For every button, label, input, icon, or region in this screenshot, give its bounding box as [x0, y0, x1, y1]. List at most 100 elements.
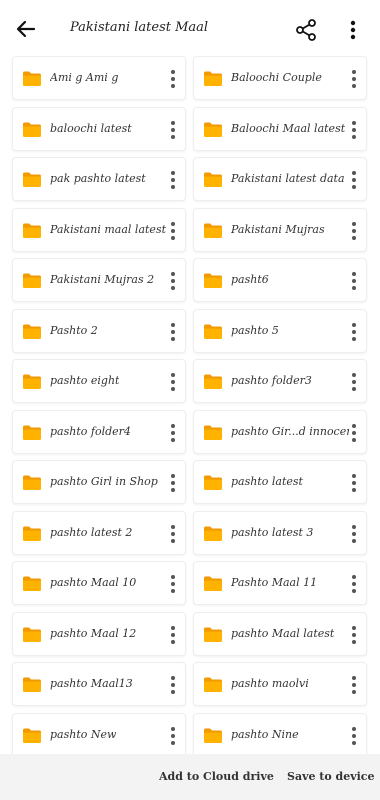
folder-icon — [23, 273, 41, 288]
folder-icon — [23, 526, 41, 541]
folder-name: pashto Nine — [231, 727, 299, 741]
folder-icon — [23, 677, 41, 692]
folder-item[interactable]: pashto folder3 — [193, 359, 367, 403]
more-options-icon[interactable] — [346, 18, 360, 42]
folder-name: Pashto 2 — [50, 323, 98, 337]
folder-options-icon[interactable] — [169, 270, 177, 292]
folder-icon — [23, 728, 41, 743]
folder-item[interactable]: Pashto 2 — [12, 308, 186, 353]
folder-item[interactable]: pashto folder4 — [12, 409, 186, 454]
folder-icon — [23, 627, 41, 642]
share-icon[interactable] — [294, 18, 318, 42]
folder-name: pashto Maal 10 — [50, 576, 137, 589]
folder-options-icon[interactable] — [169, 68, 177, 90]
folder-name: pashto latest 2 — [50, 525, 133, 539]
folder-icon — [204, 576, 222, 591]
folder-options-icon[interactable] — [169, 573, 177, 595]
folder-item[interactable]: pasht6 — [193, 258, 367, 302]
folder-item[interactable]: pashto Gir...d innocent — [193, 409, 367, 454]
folder-name: pashto 5 — [231, 323, 279, 337]
folder-item[interactable]: pashto Girl in Shop — [12, 460, 186, 504]
folder-item[interactable]: Pakistani Mujras — [193, 207, 367, 252]
folder-options-icon[interactable] — [350, 422, 358, 444]
folder-name: pashto latest 3 — [231, 525, 314, 539]
folder-icon — [23, 425, 41, 440]
folder-options-icon[interactable] — [169, 624, 177, 646]
folder-name: pashto Maal13 — [50, 677, 133, 690]
folder-name: Baloochi Couple — [231, 71, 322, 84]
app-bar: Pakistani latest Maal — [0, 0, 380, 58]
folder-icon — [204, 677, 222, 692]
folder-options-icon[interactable] — [169, 119, 177, 141]
save-to-device-button[interactable]: Save to device — [287, 770, 375, 783]
folder-icon — [204, 526, 222, 541]
folder-options-icon[interactable] — [350, 674, 358, 696]
folder-item[interactable]: pashto 5 — [193, 308, 367, 353]
folder-item[interactable]: Baloochi Couple — [193, 56, 367, 100]
folder-options-icon[interactable] — [350, 68, 358, 90]
folder-item[interactable]: pashto Maal 12 — [12, 611, 186, 656]
folder-item[interactable]: Ami g Ami g — [12, 56, 186, 100]
folder-options-icon[interactable] — [169, 422, 177, 444]
folder-item[interactable]: pashto Maal latest — [193, 611, 367, 656]
folder-options-icon[interactable] — [350, 169, 358, 191]
folder-options-icon[interactable] — [350, 725, 358, 747]
folder-icon — [204, 324, 222, 339]
folder-name: pashto Gir...d innocent — [231, 424, 349, 438]
folder-icon — [204, 223, 222, 238]
folder-item[interactable]: pashto Nine — [193, 712, 367, 754]
folder-options-icon[interactable] — [350, 119, 358, 141]
folder-icon — [23, 223, 41, 238]
folder-options-icon[interactable] — [350, 220, 358, 242]
folder-icon — [23, 374, 41, 389]
folder-options-icon[interactable] — [350, 270, 358, 292]
folder-options-icon[interactable] — [169, 169, 177, 191]
folder-item[interactable]: baloochi latest — [12, 106, 186, 151]
folder-item[interactable]: pashto eight — [12, 359, 186, 403]
folder-item[interactable]: pashto latest 3 — [193, 510, 367, 555]
back-arrow-icon[interactable] — [14, 17, 38, 41]
folder-icon — [204, 122, 222, 137]
folder-item[interactable]: pashto maolvi — [193, 662, 367, 706]
folder-item[interactable]: Pakistani Mujras 2 — [12, 258, 186, 302]
folder-name: Pashto Maal 11 — [231, 576, 318, 589]
folder-options-icon[interactable] — [350, 472, 358, 494]
folder-name: Pakistani Mujras — [231, 222, 325, 236]
folder-name: Pakistani latest data — [231, 172, 345, 185]
folder-icon — [23, 475, 41, 490]
folder-icon — [204, 172, 222, 187]
folder-item[interactable]: pashto Maal 10 — [12, 561, 186, 605]
folder-item[interactable]: pashto latest — [193, 460, 367, 504]
folder-options-icon[interactable] — [350, 321, 358, 343]
folder-item[interactable]: pashto latest 2 — [12, 510, 186, 555]
folder-name: pashto folder3 — [231, 374, 312, 387]
folder-options-icon[interactable] — [169, 371, 177, 393]
add-to-cloud-drive-button[interactable]: Add to Cloud drive — [159, 770, 274, 783]
folder-item[interactable]: Pashto Maal 11 — [193, 561, 367, 605]
folder-name: pashto Maal latest — [231, 626, 335, 640]
folder-icon — [204, 71, 222, 86]
folder-name: pak pashto latest — [50, 172, 146, 185]
folder-grid: Ami g Ami g Baloochi Couple baloochi lates… — [0, 56, 380, 754]
folder-name: pashto maolvi — [231, 677, 309, 690]
folder-options-icon[interactable] — [169, 220, 177, 242]
folder-options-icon[interactable] — [169, 523, 177, 545]
folder-item[interactable]: pashto New — [12, 712, 186, 754]
folder-options-icon[interactable] — [350, 371, 358, 393]
folder-item[interactable]: Pakistani latest data — [193, 157, 367, 201]
folder-item[interactable]: pashto Maal13 — [12, 662, 186, 706]
folder-icon — [23, 576, 41, 591]
folder-options-icon[interactable] — [169, 725, 177, 747]
folder-options-icon[interactable] — [169, 674, 177, 696]
folder-options-icon[interactable] — [350, 573, 358, 595]
folder-name: pashto eight — [50, 374, 120, 387]
folder-icon — [23, 172, 41, 187]
folder-options-icon[interactable] — [350, 523, 358, 545]
folder-options-icon[interactable] — [169, 472, 177, 494]
folder-item[interactable]: pak pashto latest — [12, 157, 186, 201]
folder-icon — [204, 374, 222, 389]
folder-options-icon[interactable] — [169, 321, 177, 343]
folder-item[interactable]: Pakistani maal latest — [12, 207, 186, 252]
folder-item[interactable]: Baloochi Maal latest — [193, 106, 367, 151]
folder-options-icon[interactable] — [350, 624, 358, 646]
